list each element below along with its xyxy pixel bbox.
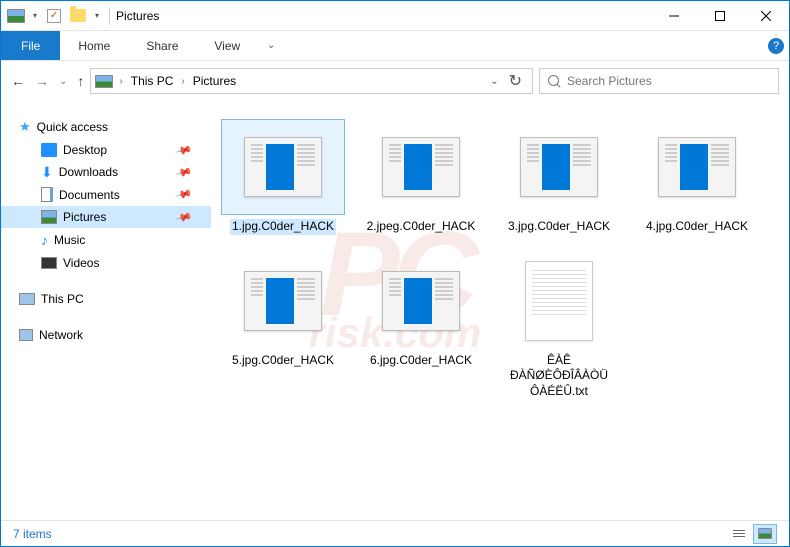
status-bar: 7 items	[1, 520, 789, 546]
documents-icon	[41, 187, 53, 202]
chevron-right-icon[interactable]: ›	[179, 76, 186, 87]
help-icon: ?	[768, 38, 784, 54]
sidebar-item-label: Videos	[63, 256, 99, 270]
sidebar-item-label: Music	[54, 233, 85, 247]
title-separator	[109, 7, 110, 25]
breadcrumb-root[interactable]: This PC	[129, 74, 176, 88]
forward-button[interactable]: →	[35, 73, 49, 89]
file-item[interactable]: ÊÀÊ ÐÀÑØÈÔÐÎÂÀÒÜ ÔÀÉËÛ.txt	[497, 253, 621, 400]
file-item[interactable]: 2.jpeg.C0der_HACK	[359, 119, 483, 235]
back-button[interactable]: ←	[11, 73, 25, 89]
file-name: 6.jpg.C0der_HACK	[368, 353, 474, 369]
recent-locations-chevron-icon[interactable]: ⌄	[59, 76, 67, 87]
app-icon[interactable]	[5, 5, 27, 27]
help-button[interactable]: ?	[763, 31, 789, 60]
file-thumbnail	[221, 119, 345, 215]
sidebar-quick-access[interactable]: ★ Quick access	[1, 115, 211, 139]
main-area: ★ Quick access Desktop 📌 ⬇ Downloads 📌 Docum…	[1, 101, 789, 520]
music-icon: ♪	[41, 232, 48, 248]
nav-buttons: ← → ⌄ ↑	[11, 73, 84, 89]
file-thumbnail	[497, 119, 621, 215]
item-count: 7 items	[13, 527, 52, 541]
title-bar: ▾ ✓ ▾ Pictures	[1, 1, 789, 31]
ribbon-tabs: File Home Share View ⌄ ?	[1, 31, 789, 61]
ribbon-expand-chevron-icon[interactable]: ⌄	[258, 31, 284, 60]
window-title: Pictures	[116, 9, 159, 23]
file-item[interactable]: 6.jpg.C0der_HACK	[359, 253, 483, 400]
quick-access-toolbar: ▾ ✓ ▾	[1, 5, 103, 27]
sidebar-this-pc[interactable]: This PC	[1, 288, 211, 310]
file-name: 2.jpeg.C0der_HACK	[365, 219, 478, 235]
sidebar-network[interactable]: Network	[1, 324, 211, 346]
file-name: 5.jpg.C0der_HACK	[230, 353, 336, 369]
sidebar-item-pictures[interactable]: Pictures 📌	[1, 206, 211, 228]
search-icon	[548, 75, 561, 88]
pin-icon: 📌	[175, 141, 193, 159]
file-name: 1.jpg.C0der_HACK	[230, 219, 336, 235]
new-folder-icon[interactable]	[67, 5, 89, 27]
file-item[interactable]: 5.jpg.C0der_HACK	[221, 253, 345, 400]
desktop-icon	[41, 143, 57, 157]
view-buttons	[727, 524, 777, 544]
window-controls	[651, 1, 789, 31]
file-thumbnail	[359, 119, 483, 215]
sidebar-item-label: Desktop	[63, 143, 107, 157]
address-dropdown-chevron-icon[interactable]: ⌄	[490, 76, 498, 87]
chevron-right-icon[interactable]: ›	[117, 76, 124, 87]
app-menu-chevron-icon[interactable]: ▾	[29, 11, 41, 20]
network-icon	[19, 329, 33, 341]
tab-share[interactable]: Share	[128, 31, 196, 60]
file-item[interactable]: 3.jpg.C0der_HACK	[497, 119, 621, 235]
thumbnails-view-button[interactable]	[753, 524, 777, 544]
location-icon	[95, 75, 113, 88]
file-thumbnail	[497, 253, 621, 349]
star-icon: ★	[19, 119, 31, 135]
file-item[interactable]: 1.jpg.C0der_HACK	[221, 119, 345, 235]
sidebar-label: Network	[39, 328, 83, 342]
address-bar-row: ← → ⌄ ↑ › This PC › Pictures ⌄ ↻	[1, 61, 789, 101]
file-item[interactable]: 4.jpg.C0der_HACK	[635, 119, 759, 235]
qat-customize-chevron-icon[interactable]: ▾	[91, 11, 103, 20]
pc-icon	[19, 293, 35, 305]
tab-home[interactable]: Home	[60, 31, 128, 60]
file-thumbnail	[359, 253, 483, 349]
file-list[interactable]: 1.jpg.C0der_HACK 2.jpeg.C0der_HACK 3.jpg.C…	[211, 101, 789, 520]
properties-checkbox[interactable]: ✓	[43, 5, 65, 27]
file-thumbnail	[635, 119, 759, 215]
file-name: 3.jpg.C0der_HACK	[506, 219, 612, 235]
maximize-button[interactable]	[697, 1, 743, 31]
sidebar-item-label: Documents	[59, 188, 120, 202]
search-input[interactable]	[567, 74, 770, 88]
navigation-pane: ★ Quick access Desktop 📌 ⬇ Downloads 📌 Docum…	[1, 101, 211, 520]
breadcrumb-folder[interactable]: Pictures	[191, 74, 238, 88]
up-button[interactable]: ↑	[77, 73, 84, 89]
sidebar-label: Quick access	[37, 120, 108, 134]
sidebar-item-desktop[interactable]: Desktop 📌	[1, 139, 211, 161]
sidebar-item-music[interactable]: ♪ Music	[1, 228, 211, 252]
tab-view[interactable]: View	[196, 31, 258, 60]
videos-icon	[41, 257, 57, 269]
sidebar-item-videos[interactable]: Videos	[1, 252, 211, 274]
file-name: ÊÀÊ ÐÀÑØÈÔÐÎÂÀÒÜ ÔÀÉËÛ.txt	[497, 353, 621, 400]
sidebar-item-label: Downloads	[59, 165, 118, 179]
file-name: 4.jpg.C0der_HACK	[644, 219, 750, 235]
file-tab[interactable]: File	[1, 31, 60, 60]
close-button[interactable]	[743, 1, 789, 31]
sidebar-label: This PC	[41, 292, 84, 306]
sidebar-item-documents[interactable]: Documents 📌	[1, 183, 211, 206]
sidebar-item-label: Pictures	[63, 210, 106, 224]
refresh-button[interactable]: ↻	[509, 71, 522, 91]
sidebar-item-downloads[interactable]: ⬇ Downloads 📌	[1, 161, 211, 183]
pictures-icon	[41, 210, 57, 224]
pin-icon: 📌	[175, 163, 193, 181]
downloads-icon: ⬇	[41, 165, 53, 179]
minimize-button[interactable]	[651, 1, 697, 31]
address-bar[interactable]: › This PC › Pictures ⌄ ↻	[90, 68, 533, 94]
pin-icon: 📌	[175, 208, 193, 226]
search-box[interactable]	[539, 68, 779, 94]
details-view-button[interactable]	[727, 524, 751, 544]
pin-icon: 📌	[175, 185, 193, 203]
file-thumbnail	[221, 253, 345, 349]
